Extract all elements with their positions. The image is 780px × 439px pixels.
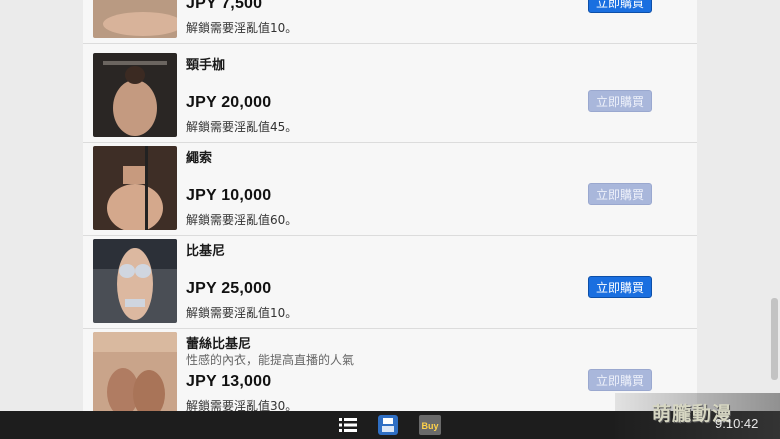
shop-item: 蕾絲比基尼 性感的內衣，能提高直播的人氣 JPY 13,000 解鎖需要淫亂值3… <box>83 328 697 411</box>
unlock-requirement: 解鎖需要淫亂值10。 <box>186 306 298 320</box>
buy-now-button[interactable]: 立即購買 <box>588 276 652 298</box>
store-icon[interactable]: Buy <box>419 415 441 435</box>
shop-item: 比基尼 JPY 25,000 解鎖需要淫亂值10。 立即購買 <box>83 235 697 329</box>
item-description: 性感的內衣，能提高直播的人氣 <box>186 353 355 367</box>
buy-now-button[interactable]: 立即購買 <box>588 90 652 112</box>
right-margin <box>697 0 780 411</box>
item-name: 比基尼 <box>186 244 226 259</box>
clock: 9:10:42 <box>715 416 759 431</box>
buy-now-button[interactable]: 立即購買 <box>588 183 652 205</box>
shop-item: 頸手枷 JPY 20,000 解鎖需要淫亂值45。 立即購買 <box>83 49 697 143</box>
item-price: JPY 7,500 <box>186 0 263 12</box>
item-name: 蕾絲比基尼 <box>186 337 252 352</box>
unlock-requirement: 解鎖需要淫亂值60。 <box>186 213 298 227</box>
item-name: 繩索 <box>186 151 213 166</box>
item-thumbnail <box>93 0 177 38</box>
store-icon-label: Buy <box>421 421 438 431</box>
item-thumbnail <box>93 332 177 411</box>
unlock-requirement: 解鎖需要淫亂值45。 <box>186 120 298 134</box>
item-thumbnail <box>93 53 177 137</box>
item-name: 頸手枷 <box>186 58 226 73</box>
item-price: JPY 20,000 <box>186 94 272 111</box>
save-icon[interactable] <box>377 415 399 435</box>
item-price: JPY 13,000 <box>186 373 272 390</box>
unlock-requirement: 解鎖需要淫亂值10。 <box>186 21 298 35</box>
item-thumbnail <box>93 146 177 230</box>
menu-list-icon[interactable] <box>337 415 359 435</box>
unlock-requirement: 解鎖需要淫亂值30。 <box>186 399 298 411</box>
shop-item-list[interactable]: JPY 7,500 解鎖需要淫亂值10。 立即購買 頸手枷 JPY 20,000… <box>83 0 697 411</box>
buy-now-button[interactable]: 立即購買 <box>588 369 652 391</box>
item-thumbnail <box>93 239 177 323</box>
scrollbar-thumb[interactable] <box>771 298 778 380</box>
shop-item: 繩索 JPY 10,000 解鎖需要淫亂值60。 立即購買 <box>83 142 697 236</box>
buy-now-button[interactable]: 立即購買 <box>588 0 652 13</box>
item-price: JPY 10,000 <box>186 187 272 204</box>
item-price: JPY 25,000 <box>186 280 272 297</box>
shop-item: JPY 7,500 解鎖需要淫亂值10。 立即購買 <box>83 0 697 44</box>
left-margin <box>0 0 83 411</box>
